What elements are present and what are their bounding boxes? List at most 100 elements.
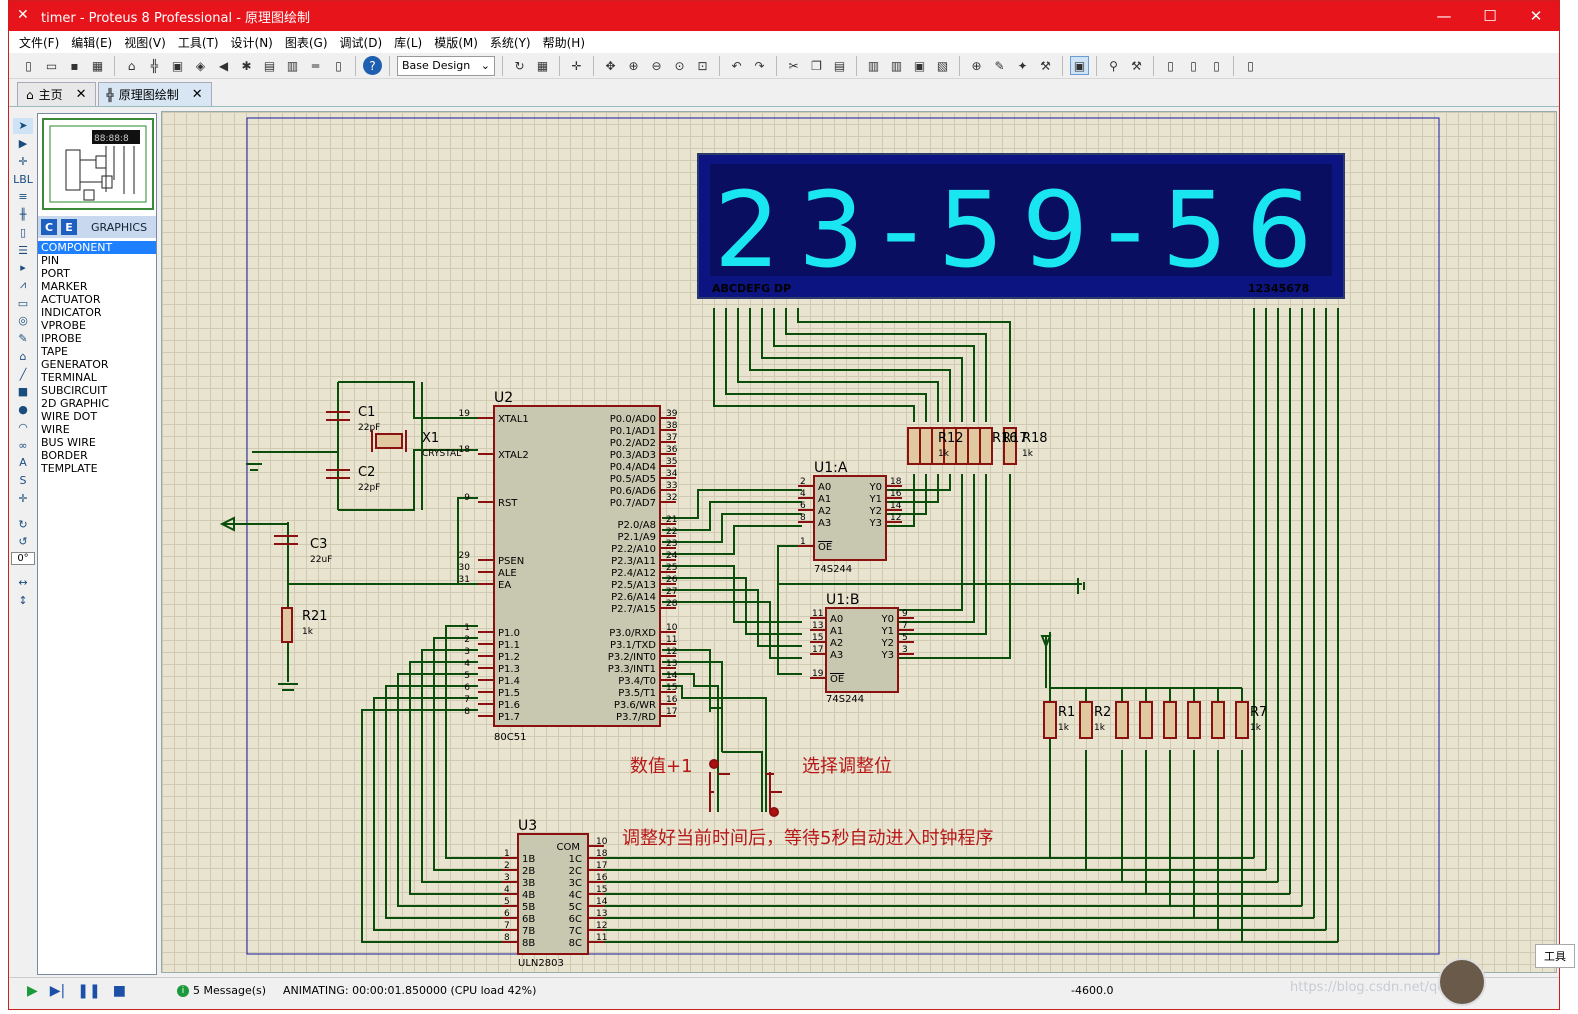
list-item[interactable]: ACTUATOR	[38, 293, 156, 306]
list-item[interactable]: WIRE	[38, 423, 156, 436]
paste-icon[interactable]: ▤	[830, 56, 849, 75]
project-notes-icon[interactable]: ▯	[329, 56, 348, 75]
help-icon[interactable]: ?	[363, 56, 382, 75]
block-copy-icon[interactable]: ▥	[864, 56, 883, 75]
list-item[interactable]: MARKER	[38, 280, 156, 293]
list-item[interactable]: SUBCIRCUIT	[38, 384, 156, 397]
pcb-icon[interactable]: ▣	[168, 56, 187, 75]
notes-icon[interactable]: ═	[306, 56, 325, 75]
list-item[interactable]: TEMPLATE	[38, 462, 156, 475]
power-terminal[interactable]	[1040, 635, 1052, 688]
list-item[interactable]: PORT	[38, 267, 156, 280]
virtual-instrument-icon[interactable]: ⌂	[13, 349, 33, 365]
origin-icon[interactable]: ✛	[567, 56, 586, 75]
u1b-buffer[interactable]: U1:B 74S244 11 A0 13 A1 15 A2 17 A3 9 Y0 7 Y1 5 Y2 3 Y3…	[810, 592, 914, 705]
list-item[interactable]: COMPONENT	[38, 241, 156, 254]
tab-home[interactable]: ⌂ 主页 ✕	[17, 82, 96, 106]
list-item[interactable]: TERMINAL	[38, 371, 156, 384]
tape-icon[interactable]: ▭	[13, 295, 33, 311]
block-move-icon[interactable]: ▥	[887, 56, 906, 75]
list-item[interactable]: INDICATOR	[38, 306, 156, 319]
save-all-icon[interactable]: ▦	[88, 56, 107, 75]
graph-icon[interactable]: ⩘	[13, 278, 33, 294]
terminal-icon[interactable]: ☰	[13, 242, 33, 258]
menu-template[interactable]: 模版(M)	[428, 34, 484, 51]
list-item[interactable]: BUS WIRE	[38, 436, 156, 449]
home-icon[interactable]: ⌂	[122, 56, 141, 75]
make-device-icon[interactable]: ✎	[990, 56, 1009, 75]
junction-dot-icon[interactable]: ✛	[13, 153, 33, 169]
open-folder-icon[interactable]: ▭	[42, 56, 61, 75]
refresh-icon[interactable]: ↻	[510, 56, 529, 75]
schematic-icon[interactable]: ╬	[145, 56, 164, 75]
undo-icon[interactable]: ↶	[727, 56, 746, 75]
tool-popup[interactable]: 工具	[1535, 944, 1575, 968]
search-tag-icon[interactable]: ⚲	[1104, 56, 1123, 75]
maximize-button[interactable]: ☐	[1467, 1, 1513, 31]
menu-system[interactable]: 系统(Y)	[484, 34, 537, 51]
u2-microcontroller[interactable]: U2 80C51 19 XTAL118 XTAL29 RST29 PSEN30 ALE31…	[459, 390, 678, 743]
zoom-out-icon[interactable]: ⊖	[647, 56, 666, 75]
zoom-all-icon[interactable]: ⊙	[670, 56, 689, 75]
components-button[interactable]: C	[41, 219, 57, 235]
line-icon[interactable]: ╱	[13, 366, 33, 382]
menu-design[interactable]: 设计(N)	[225, 34, 279, 51]
list-item[interactable]: WIRE DOT	[38, 410, 156, 423]
tab-schematic[interactable]: ╬ 原理图绘制 ✕	[97, 82, 212, 106]
list-item[interactable]: VPROBE	[38, 319, 156, 332]
arc-icon[interactable]: ◠	[13, 419, 33, 435]
zoom-area-icon[interactable]: ⊡	[693, 56, 712, 75]
path-icon[interactable]: ∞	[13, 437, 33, 453]
menu-tools[interactable]: 工具(T)	[172, 34, 225, 51]
zoom-in-icon[interactable]: ⊕	[624, 56, 643, 75]
close-button[interactable]: ✕	[1513, 1, 1559, 31]
block-delete-icon[interactable]: ▧	[933, 56, 952, 75]
grid-icon[interactable]: ▦	[533, 56, 552, 75]
menu-debug[interactable]: 调试(D)	[334, 34, 389, 51]
oscillator-circuit[interactable]	[274, 411, 407, 643]
marker-icon[interactable]: ✛	[13, 490, 33, 506]
netlist-icon[interactable]: ▯	[1241, 56, 1260, 75]
subcircuit-icon[interactable]: ▯	[13, 224, 33, 240]
symbol-icon[interactable]: S	[13, 473, 33, 489]
list-item[interactable]: 2D GRAPHIC	[38, 397, 156, 410]
design-select[interactable]: Base Design ⌄	[397, 55, 495, 76]
list-item[interactable]: BORDER	[38, 449, 156, 462]
rotate-ccw-icon[interactable]: ↺	[13, 534, 33, 550]
menu-help[interactable]: 帮助(H)	[537, 34, 591, 51]
pick-device-icon[interactable]: ⊕	[967, 56, 986, 75]
list-item[interactable]: PIN	[38, 254, 156, 267]
menu-graph[interactable]: 图表(G)	[279, 34, 334, 51]
schematic-canvas[interactable]: 23-59-56 ABCDEFG DP 12345678 U2 80C51 19…	[161, 111, 1557, 973]
seven-segment-display[interactable]: 23-59-56 ABCDEFG DP 12345678	[697, 153, 1345, 299]
pan-icon[interactable]: ✥	[601, 56, 620, 75]
menu-edit[interactable]: 编辑(E)	[65, 34, 118, 51]
new-file-icon[interactable]: ▯	[19, 56, 38, 75]
new-sheet-icon[interactable]: ▯	[1161, 56, 1180, 75]
flip-vertical-icon[interactable]: ↕	[13, 592, 33, 608]
gerber-icon[interactable]: ◀	[214, 56, 233, 75]
push-buttons[interactable]	[709, 759, 782, 817]
save-icon[interactable]: ▪	[65, 56, 84, 75]
block-rotate-icon[interactable]: ▣	[910, 56, 929, 75]
pause-icon[interactable]: ❚❚	[77, 983, 100, 999]
component-mode-icon[interactable]: ▶	[13, 136, 33, 152]
generator-icon[interactable]: ◎	[13, 313, 33, 329]
design-explorer-icon[interactable]: ✱	[237, 56, 256, 75]
circle-icon[interactable]: ●	[13, 402, 33, 418]
u1a-buffer[interactable]: U1:A 74S244 2 A0 4 A1 6 A2 8 A3 18 Y0 16 Y1 14 Y2 12 Y3…	[798, 460, 902, 575]
bom-icon[interactable]: ▤	[260, 56, 279, 75]
close-icon[interactable]: ✕	[76, 87, 87, 102]
avatar[interactable]	[1438, 958, 1486, 1006]
menu-library[interactable]: 库(L)	[388, 34, 428, 51]
remove-sheet-icon[interactable]: ▯	[1184, 56, 1203, 75]
redo-icon[interactable]: ↷	[750, 56, 769, 75]
device-pin-icon[interactable]: ▸	[13, 260, 33, 276]
stop-icon[interactable]: ■	[113, 983, 126, 999]
text-icon[interactable]: A	[13, 455, 33, 471]
step-icon[interactable]: ▶|	[50, 983, 65, 999]
property-tool-icon[interactable]: ⚒	[1127, 56, 1146, 75]
3d-icon[interactable]: ◈	[191, 56, 210, 75]
bus-icon[interactable]: ╫	[13, 207, 33, 223]
u3-driver[interactable]: U3 ULN2803 COM 1 1B 2 2B 3 3B 4 4B 5 5B 6 6B 7 7B 8 8B 10…	[502, 818, 608, 969]
